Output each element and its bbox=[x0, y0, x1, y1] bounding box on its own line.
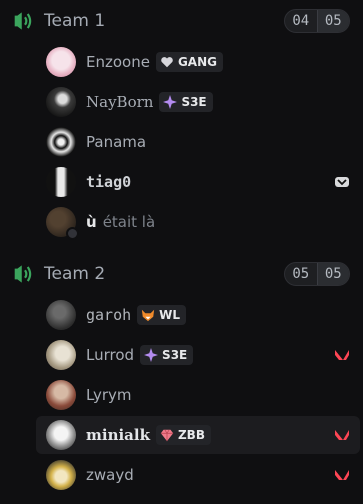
tag-label: ZBB bbox=[177, 428, 205, 442]
tag-label: S3E bbox=[181, 95, 207, 109]
username: zwayd bbox=[86, 466, 134, 484]
avatar bbox=[46, 207, 79, 240]
server-tag: S3E bbox=[140, 345, 194, 365]
voice-user-tiag0[interactable]: tiag0 bbox=[36, 163, 360, 201]
avatar bbox=[46, 127, 76, 157]
username: ù bbox=[86, 213, 97, 231]
username: Panama bbox=[86, 133, 147, 151]
username: NayBorn bbox=[86, 93, 154, 111]
server-tag: ZBB bbox=[155, 425, 211, 445]
user-limit: 05 bbox=[317, 10, 349, 32]
status-text: était là bbox=[102, 213, 156, 231]
user-count: 05 bbox=[292, 266, 310, 282]
voice-user-lyrym[interactable]: Lyrym bbox=[36, 376, 360, 414]
avatar bbox=[46, 87, 76, 117]
avatar bbox=[46, 380, 76, 410]
game-activity-icon[interactable] bbox=[334, 174, 350, 190]
avatar bbox=[46, 460, 76, 490]
voice-user-enzoone[interactable]: Enzoone GANG bbox=[36, 43, 360, 81]
voice-user-nayborn[interactable]: NayBorn S3E bbox=[36, 83, 360, 121]
server-tag: WL bbox=[137, 305, 187, 325]
server-tag: S3E bbox=[159, 92, 213, 112]
tag-label: GANG bbox=[177, 55, 217, 69]
avatar bbox=[46, 340, 76, 370]
valorant-icon[interactable] bbox=[334, 467, 350, 483]
username: Enzoone bbox=[86, 53, 150, 71]
valorant-icon[interactable] bbox=[334, 427, 350, 443]
avatar bbox=[46, 300, 76, 330]
avatar bbox=[46, 420, 76, 450]
avatar bbox=[46, 47, 76, 77]
tag-label: WL bbox=[159, 308, 181, 322]
voice-channel-team-1[interactable]: Team 1 04 05 bbox=[8, 6, 360, 36]
channel-name: Team 1 bbox=[44, 11, 106, 31]
voice-user-garoh[interactable]: garoh WL bbox=[36, 296, 360, 334]
voice-user-panama[interactable]: Panama bbox=[36, 123, 360, 161]
valorant-icon[interactable] bbox=[334, 347, 350, 363]
channel-name: Team 2 bbox=[44, 264, 106, 284]
voice-user-absent[interactable]: ù était là bbox=[36, 203, 360, 241]
username: tiag0 bbox=[86, 173, 132, 191]
voice-user-minialk[interactable]: minialk ZBB bbox=[36, 416, 360, 454]
username: garoh bbox=[86, 306, 132, 324]
username: Lurrod bbox=[86, 346, 135, 364]
heart-icon bbox=[161, 57, 173, 68]
avatar bbox=[46, 167, 76, 197]
username: minialk bbox=[86, 426, 150, 444]
sparkle-icon bbox=[163, 95, 178, 109]
user-count: 04 bbox=[292, 13, 310, 29]
sparkle-icon bbox=[144, 348, 159, 362]
voice-channel-icon bbox=[14, 12, 32, 30]
voice-user-lurrod[interactable]: Lurrod S3E bbox=[36, 336, 360, 374]
user-limit-badge: 04 05 bbox=[284, 9, 350, 33]
voice-user-zwayd[interactable]: zwayd bbox=[36, 456, 360, 494]
user-limit-badge: 05 05 bbox=[284, 262, 350, 286]
username: Lyrym bbox=[86, 386, 132, 404]
clock-icon bbox=[66, 227, 79, 240]
gem-icon bbox=[160, 429, 174, 442]
user-limit: 05 bbox=[317, 263, 349, 285]
server-tag: GANG bbox=[155, 52, 223, 72]
fox-icon bbox=[142, 309, 155, 322]
voice-channel-icon bbox=[14, 265, 32, 283]
voice-channel-team-2[interactable]: Team 2 05 05 bbox=[8, 259, 360, 289]
tag-label: S3E bbox=[162, 348, 188, 362]
